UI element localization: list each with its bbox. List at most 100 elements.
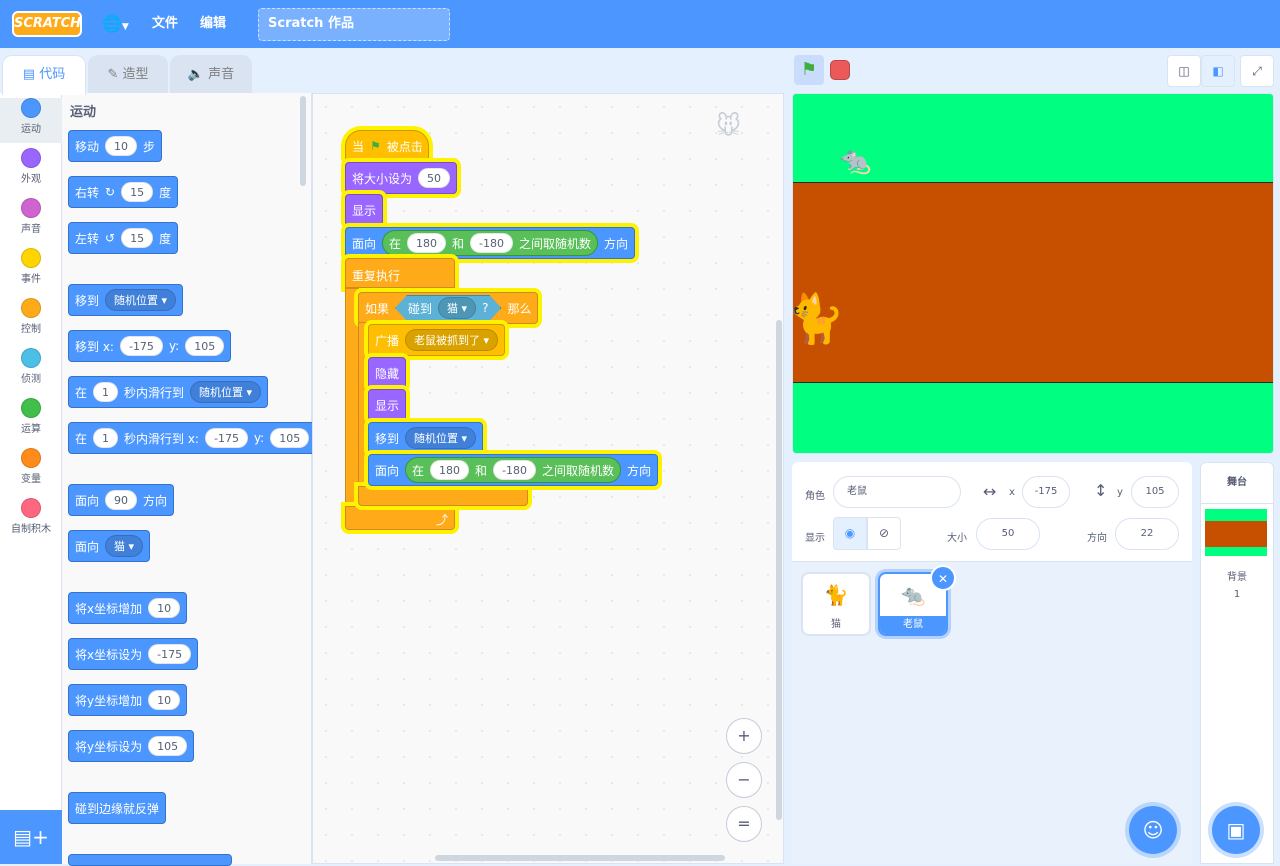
secs-input[interactable]: 1 [93,382,119,402]
number-input[interactable]: -175 [148,644,192,664]
stage[interactable]: 🐀 🐈 [792,93,1274,454]
backdrop-thumbnail[interactable] [1205,509,1267,556]
number-input[interactable]: 10 [148,598,181,618]
block-hide[interactable]: 隐藏 [368,357,407,389]
add-extension-button[interactable]: ▤+ [0,810,62,864]
block-goto-random[interactable]: 移到 随机位置 ▾ [368,422,484,454]
tab-costumes[interactable]: ✎ 造型 [88,55,168,93]
block-partial[interactable] [68,854,232,866]
menu-edit[interactable]: 编辑 [200,14,226,34]
y-input[interactable]: 105 [185,336,225,356]
broadcast-dropdown[interactable]: 老鼠被抓到了 ▾ [405,329,499,351]
block-set-size[interactable]: 将大小设为 50 [345,162,458,194]
block-point-random[interactable]: 面向在 180 和 -180 之间取随机数 方向 [345,227,636,259]
show-hidden-button[interactable]: ⊘ [867,517,901,550]
green-flag-icon: ⚑ [370,139,381,153]
add-backdrop-button[interactable]: ▣ [1212,806,1260,854]
block-goto[interactable]: 移到 随机位置 ▾ [68,284,184,316]
category-motion[interactable]: 运动 [0,98,62,143]
number-input[interactable]: 105 [148,736,188,756]
block-when-flag-clicked[interactable]: 当 ⚑ 被点击 [345,130,429,162]
number-input[interactable]: -180 [470,233,514,253]
block-change-y[interactable]: 将y坐标增加 10 [68,684,188,716]
palette-scrollbar[interactable] [300,96,306,186]
scratch-logo[interactable]: SCRATCH [12,11,82,37]
green-flag-button[interactable]: ⚑ [794,55,824,85]
category-my-blocks[interactable]: 自制积木 [0,498,62,543]
block-glide-to[interactable]: 在 1 秒内滑行到 随机位置 ▾ [68,376,269,408]
block-glide-xy[interactable]: 在 1 秒内滑行到 x: -175 y: 105 [68,422,317,454]
block-set-y[interactable]: 将y坐标设为 105 [68,730,195,762]
horizontal-scrollbar[interactable] [435,855,725,861]
towards-dropdown[interactable]: 猫 ▾ [105,535,144,557]
y-input[interactable]: 105 [1131,476,1179,508]
random-operator[interactable]: 在 180 和 -180 之间取随机数 [405,457,622,483]
show-visible-button[interactable]: ◉ [833,517,867,550]
block-show[interactable]: 显示 [345,194,384,226]
number-input[interactable]: 10 [148,690,181,710]
block-set-x[interactable]: 将x坐标设为 -175 [68,638,199,670]
glide-dropdown[interactable]: 随机位置 ▾ [190,381,262,403]
zoom-reset-button[interactable]: = [726,806,762,842]
x-input[interactable]: -175 [204,428,248,448]
block-show-2[interactable]: 显示 [368,389,407,421]
category-events[interactable]: 事件 [0,248,62,293]
number-input[interactable]: 180 [407,233,447,253]
block-point-towards[interactable]: 面向猫 ▾ [68,530,151,562]
zoom-in-button[interactable]: + [726,718,762,754]
tab-code[interactable]: ▤ 代码 [2,55,86,95]
block-if[interactable]: 如果 碰到猫 ▾? 那么 [358,292,539,324]
sprite-thumb-cat[interactable]: 🐈 猫 [801,572,871,636]
block-point-random-2[interactable]: 面向在 180 和 -180 之间取随机数 方向 [368,454,659,486]
number-input[interactable]: 50 [418,168,451,188]
block-change-x[interactable]: 将x坐标增加 10 [68,592,188,624]
sprite-name-input[interactable]: 老鼠 [833,476,961,508]
x-input[interactable]: -175 [119,336,163,356]
block-point-direction[interactable]: 面向 90 方向 [68,484,175,516]
secs-input[interactable]: 1 [93,428,119,448]
number-input[interactable]: 90 [105,490,138,510]
touching-sensor[interactable]: 碰到猫 ▾? [395,295,501,321]
block-text: 被点击 [386,139,423,154]
add-sprite-button[interactable]: ☺ [1129,806,1177,854]
number-input[interactable]: 180 [430,460,470,480]
goto-dropdown[interactable]: 随机位置 ▾ [405,427,477,449]
block-broadcast[interactable]: 广播 老鼠被抓到了 ▾ [368,324,506,356]
block-move-steps[interactable]: 移动 10 步 [68,130,163,162]
large-stage-button[interactable]: ◧ [1201,55,1235,87]
vertical-scrollbar[interactable] [776,320,782,820]
stop-button[interactable] [830,60,850,80]
x-input[interactable]: -175 [1022,476,1070,508]
number-input[interactable]: 15 [121,182,154,202]
fullscreen-button[interactable]: ⤢ [1240,55,1274,87]
direction-input[interactable]: 22 [1115,518,1179,550]
category-sound[interactable]: 声音 [0,198,62,243]
touching-dropdown[interactable]: 猫 ▾ [438,297,476,319]
category-control[interactable]: 控制 [0,298,62,343]
language-menu[interactable]: 🌐▼ [102,12,136,36]
mouse-sprite[interactable]: 🐀 [839,146,871,176]
block-bounce[interactable]: 碰到边缘就反弹 [68,792,167,824]
project-title-input[interactable]: Scratch 作品 [258,8,450,41]
small-stage-button[interactable]: ◫ [1167,55,1201,87]
size-input[interactable]: 50 [976,518,1040,550]
number-input[interactable]: 15 [121,228,154,248]
goto-dropdown[interactable]: 随机位置 ▾ [105,289,177,311]
category-variables[interactable]: 变量 [0,448,62,493]
zoom-out-button[interactable]: − [726,762,762,798]
block-turn-left[interactable]: 左转 ↺ 15 度 [68,222,179,254]
category-operators[interactable]: 运算 [0,398,62,443]
random-operator[interactable]: 在 180 和 -180 之间取随机数 [382,230,599,256]
number-input[interactable]: 10 [105,136,138,156]
block-goto-xy[interactable]: 移到 x: -175 y: 105 [68,330,232,362]
tab-sounds[interactable]: 🔈 声音 [170,55,252,93]
category-sensing[interactable]: 侦测 [0,348,62,393]
delete-sprite-button[interactable]: ✕ [930,565,956,591]
block-forever[interactable]: 重复执行 [345,258,455,288]
block-turn-right[interactable]: 右转 ↻ 15 度 [68,176,179,208]
category-looks[interactable]: 外观 [0,148,62,193]
menu-file[interactable]: 文件 [152,14,178,34]
cat-sprite[interactable]: 🐈 [793,290,845,347]
number-input[interactable]: -180 [493,460,537,480]
y-input[interactable]: 105 [270,428,310,448]
